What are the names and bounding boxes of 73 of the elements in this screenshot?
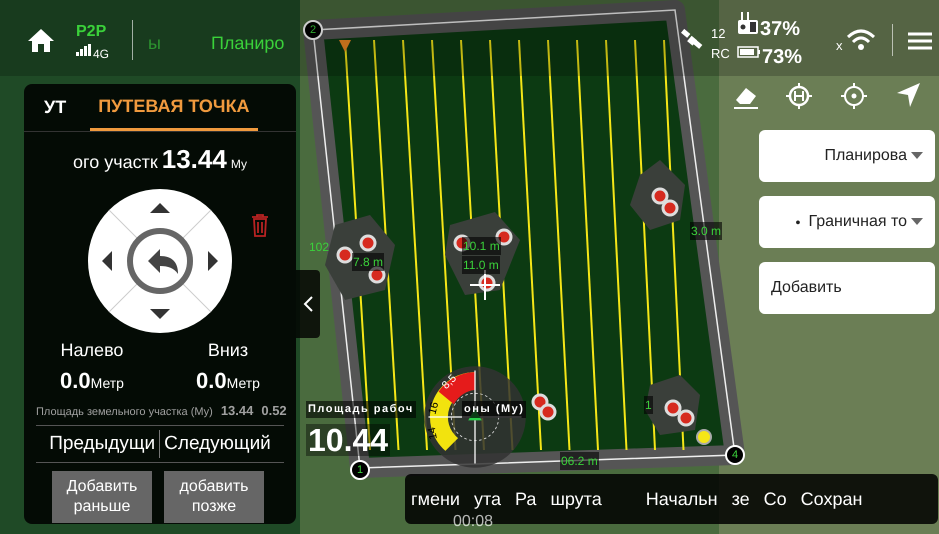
bullet-mark: • bbox=[796, 212, 800, 232]
drone-battery-value: 73% bbox=[762, 45, 802, 70]
direction-pad[interactable] bbox=[88, 189, 232, 333]
offset-unit: Метр bbox=[90, 374, 124, 393]
add-waypoint-button[interactable]: добавить позже bbox=[164, 471, 264, 523]
add-button[interactable]: Добавить bbox=[759, 262, 935, 314]
distance-label: 11.0 m bbox=[462, 256, 500, 274]
offset-unit: Метр bbox=[226, 374, 260, 393]
add-waypoint-button[interactable]: Добавить раньше bbox=[52, 471, 152, 523]
gauge-tick: 14 bbox=[424, 426, 441, 441]
panel-tab[interactable]: УТ bbox=[36, 84, 74, 131]
wifi-label: x bbox=[836, 37, 842, 55]
rc-battery-value: 37% bbox=[760, 17, 800, 42]
obstacle-zone[interactable] bbox=[645, 375, 700, 435]
toolbar-item[interactable]: Начальн bbox=[646, 486, 718, 512]
gauge-tick: 8,5 bbox=[438, 371, 460, 394]
offset-value: 0.0 bbox=[60, 367, 91, 395]
distance-label: 3.0 m bbox=[690, 222, 722, 240]
distance-label: 7.8 m bbox=[352, 253, 384, 271]
dropdown-select[interactable]: • Граничная то bbox=[759, 196, 935, 248]
previous-button[interactable]: Предыдущи bbox=[49, 430, 160, 458]
waypoint-marker[interactable] bbox=[532, 394, 556, 420]
toolbar-item[interactable]: ута bbox=[474, 486, 502, 512]
distance-label: 102 bbox=[309, 239, 330, 256]
connection-label: P2P bbox=[76, 22, 106, 42]
toolbar-item[interactable]: Ра bbox=[515, 486, 536, 512]
offset-label: Вниз bbox=[208, 339, 248, 362]
ghost-small-value: 0.52 bbox=[261, 402, 287, 420]
toolbar-item[interactable]: Сохран bbox=[800, 486, 862, 512]
toolbar-item[interactable]: Со bbox=[764, 486, 787, 512]
rc-label: RC bbox=[711, 45, 730, 63]
ghost-area-value: 13.44 bbox=[220, 402, 254, 420]
satellite-count: 12 bbox=[711, 25, 726, 43]
toolbar-item[interactable]: зе bbox=[732, 486, 750, 512]
ghost-area-label: Площадь земельного участка (Му) bbox=[36, 405, 213, 420]
distance-label: 06.2 m bbox=[560, 452, 599, 470]
dropdown-select[interactable]: Планирова bbox=[759, 130, 935, 182]
work-area-label-suffix: оны (Му) bbox=[462, 401, 526, 418]
distance-label: 1 bbox=[644, 396, 653, 414]
crosshair-icon bbox=[469, 269, 501, 301]
signal-bars-icon bbox=[76, 44, 92, 56]
work-area-value: 10.44 bbox=[306, 424, 390, 456]
remote-controller-icon bbox=[737, 12, 759, 36]
gauge-tick: 16 bbox=[426, 400, 442, 416]
offset-label: Налево bbox=[60, 339, 124, 362]
mode-tab[interactable]: Планиро bbox=[210, 30, 284, 57]
start-arrow-icon bbox=[339, 40, 351, 52]
area-label: ого участк bbox=[73, 151, 158, 174]
area-unit: Му bbox=[230, 156, 247, 173]
toolbar-item[interactable]: гмени bbox=[411, 486, 460, 512]
dropdown-caret-icon bbox=[911, 152, 923, 160]
next-button[interactable]: Следующий bbox=[160, 430, 271, 458]
menu-icon[interactable] bbox=[908, 32, 932, 50]
locate-icon[interactable] bbox=[840, 82, 868, 110]
marker-dot bbox=[696, 429, 712, 445]
flight-time: 00:08 bbox=[453, 512, 494, 532]
home-point-icon[interactable] bbox=[785, 82, 813, 110]
work-area-label: Площадь рабоч bbox=[306, 401, 416, 418]
collapse-chevron-icon[interactable] bbox=[302, 295, 314, 313]
network-label: 4G bbox=[93, 46, 110, 63]
offset-value: 0.0 bbox=[196, 367, 227, 395]
home-icon[interactable] bbox=[27, 27, 55, 53]
distance-label: 10.1 m bbox=[462, 237, 501, 255]
trash-icon[interactable] bbox=[250, 213, 270, 237]
area-value: 13.44 bbox=[162, 143, 227, 176]
obstacle-zone[interactable] bbox=[445, 212, 520, 295]
dropdown-caret-icon bbox=[911, 218, 923, 226]
battery-icon bbox=[737, 46, 761, 58]
obstacle-zone[interactable] bbox=[630, 160, 685, 230]
wifi-icon bbox=[846, 28, 876, 52]
panel-tab[interactable]: ПУТЕВАЯ ТОЧКА bbox=[90, 84, 258, 131]
toolbar-item[interactable]: шрута bbox=[550, 486, 602, 512]
navigation-arrow-icon[interactable] bbox=[895, 82, 921, 108]
